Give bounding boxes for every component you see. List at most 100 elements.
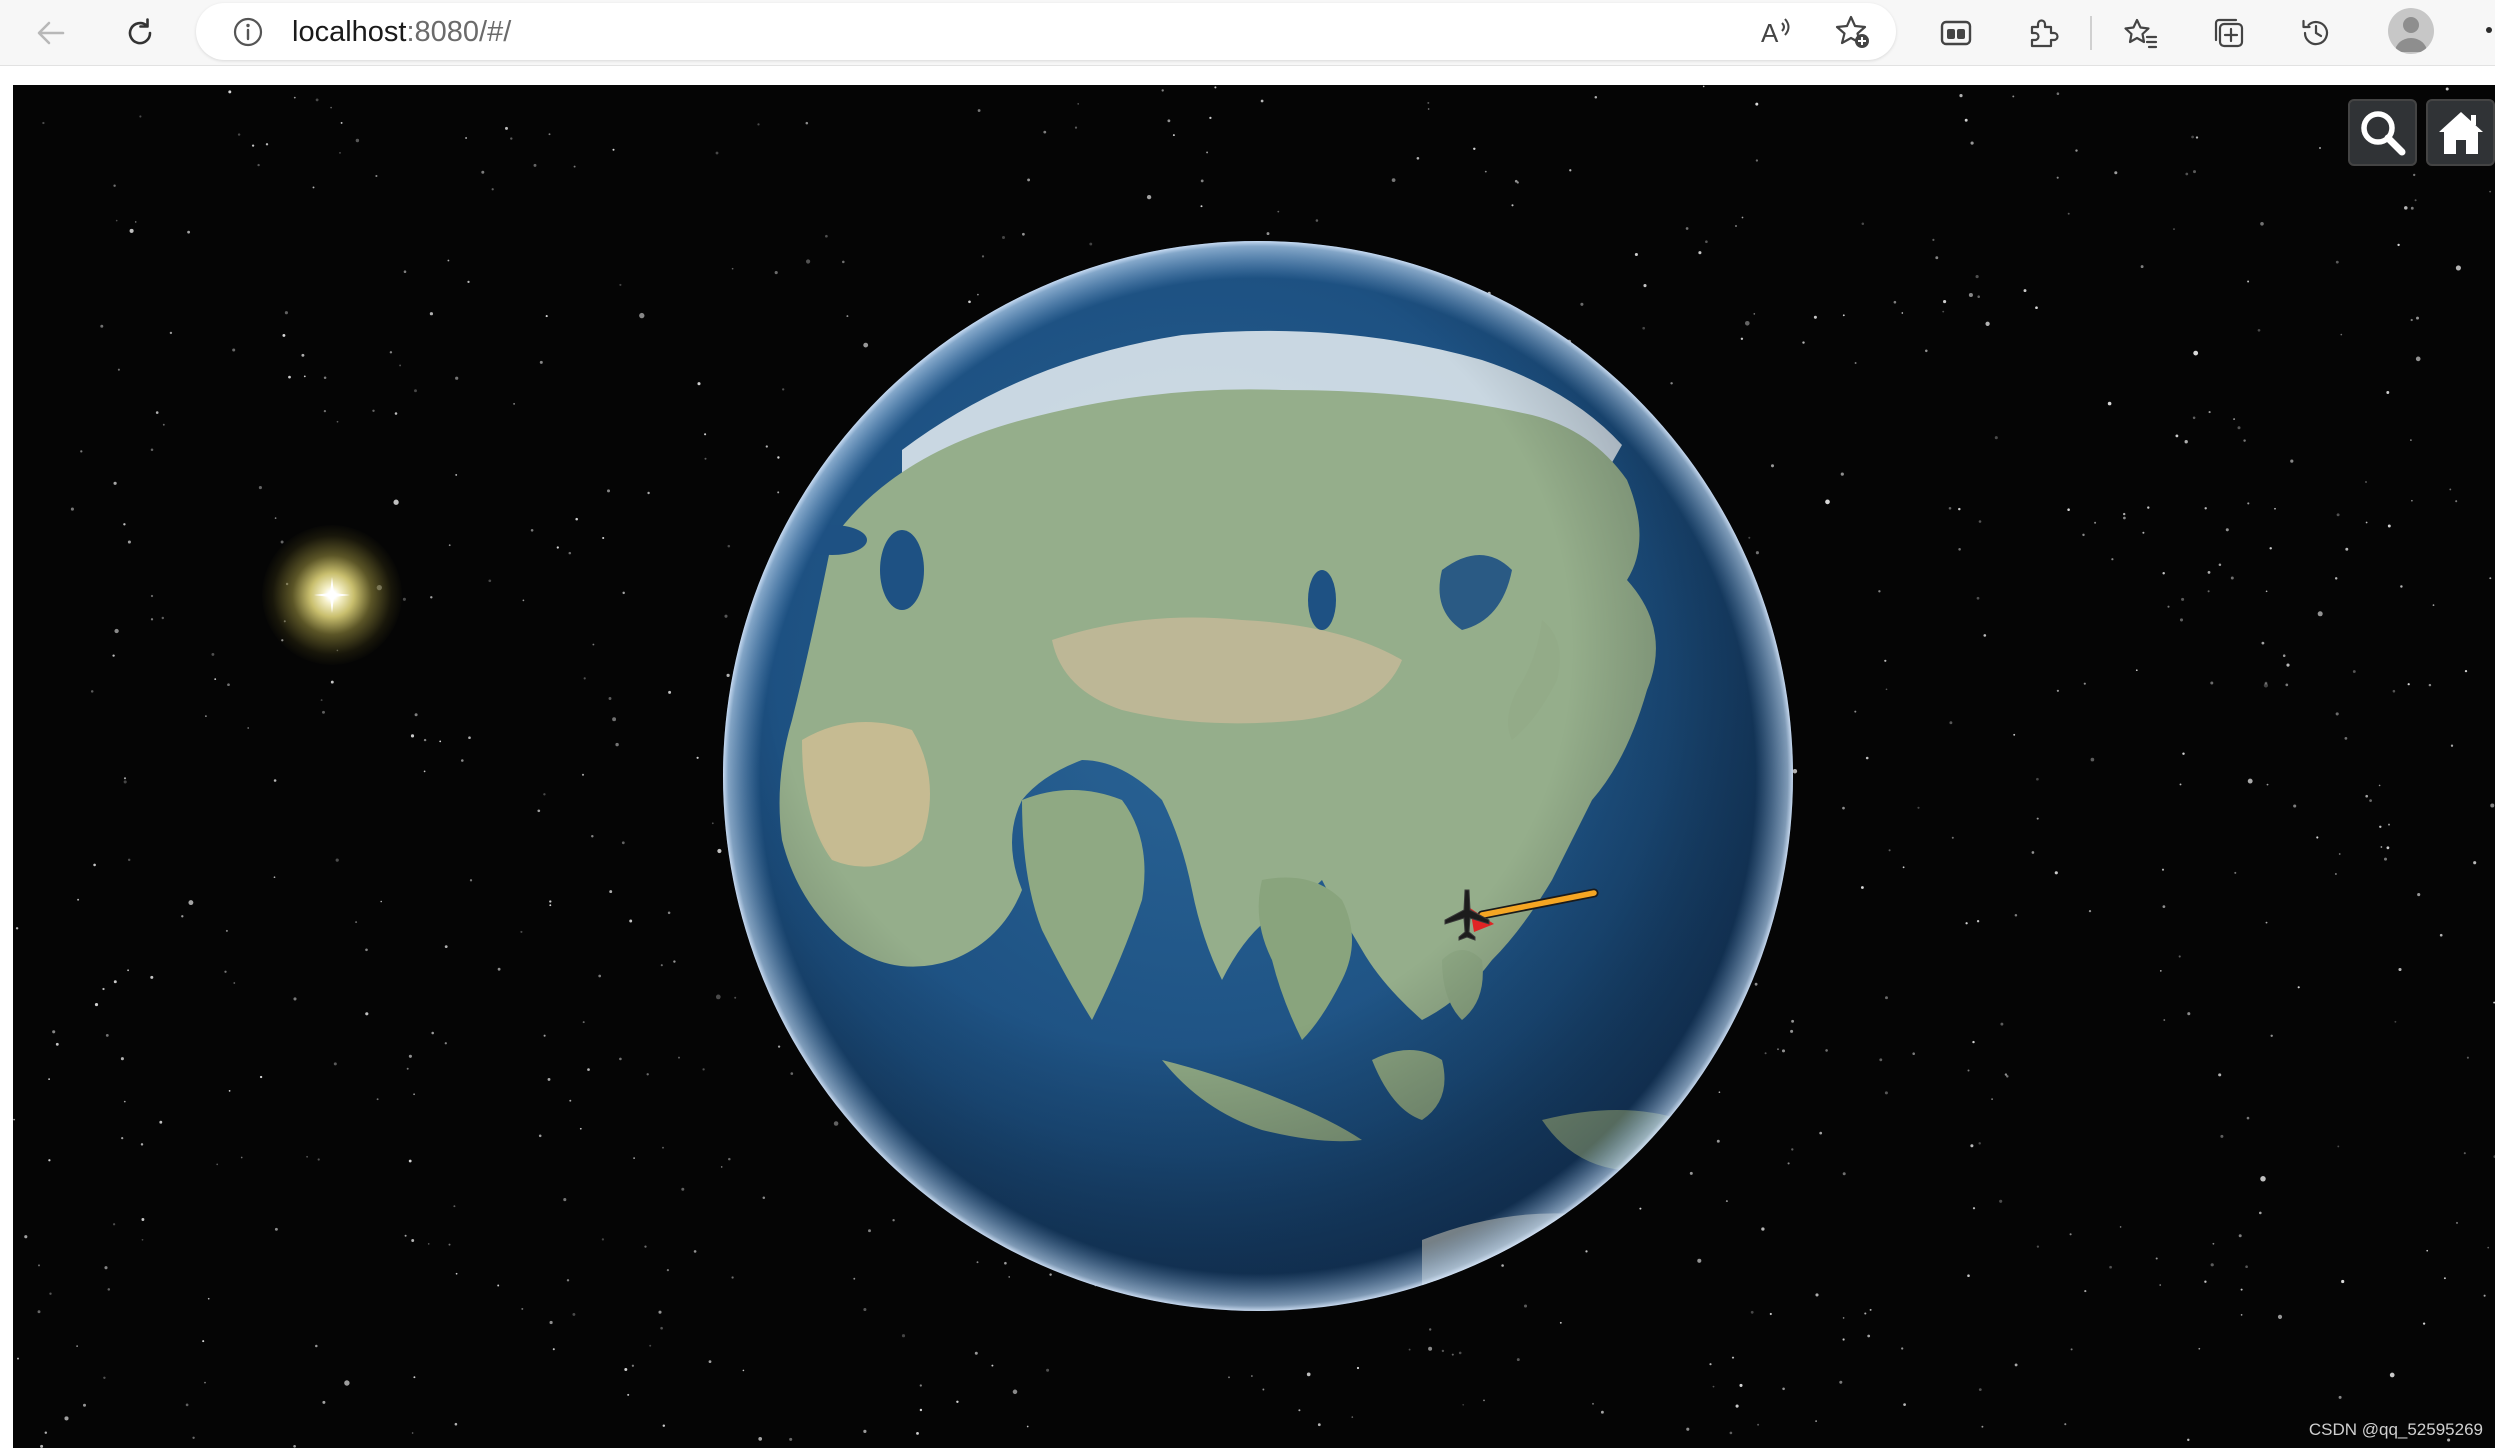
geocoder-search-button[interactable] [2348,99,2417,166]
star [573,165,576,168]
star [789,1437,793,1441]
star [2337,1145,2340,1148]
star [1842,1317,1845,1319]
star [2069,1233,2072,1236]
star [404,1234,407,1237]
profile-avatar[interactable] [2388,8,2434,54]
star [123,1100,126,1103]
star [1735,1404,1739,1408]
star [344,1380,350,1386]
address-bar[interactable]: localhost:8080/#/ A [196,3,1896,60]
star [549,1320,553,1325]
star [1842,314,1845,317]
star [1428,1346,1433,1351]
star [322,1400,326,1404]
back-button[interactable] [26,8,76,58]
url-text[interactable]: localhost:8080/#/ [292,14,511,50]
star [2416,316,2419,320]
star [202,1340,205,1343]
extensions-button[interactable] [2017,8,2067,58]
star [258,486,262,490]
star [660,964,663,967]
star [1864,1312,1867,1315]
star [320,699,323,702]
star [112,1223,116,1226]
star [2414,199,2417,202]
star [649,1344,652,1347]
star [2317,611,2323,617]
star [619,283,622,286]
star [1842,1338,1845,1341]
star [1600,1410,1604,1414]
star [2318,146,2322,150]
star [303,375,306,378]
cesium-viewer[interactable]: CSDN @qq_52595269 [13,85,2495,1448]
star [1729,1431,1733,1435]
star [1972,1207,1976,1210]
star [2411,499,2413,502]
home-button[interactable] [2426,99,2495,166]
star [1888,849,1891,852]
star [127,969,129,972]
star [107,1288,111,1291]
star [644,1245,647,1248]
star [80,450,83,453]
star [52,1030,56,1034]
star [2410,439,2412,441]
star [411,1432,414,1434]
star [413,1093,415,1096]
star [102,987,105,991]
star [141,1238,144,1241]
star [2394,1020,2397,1023]
star [375,174,378,178]
star [410,734,415,738]
star [365,1012,369,1016]
star [2090,757,2095,762]
star [204,1381,206,1384]
star [2192,416,2196,420]
star [293,997,297,1001]
workspaces-button[interactable] [1931,8,1981,58]
star [192,1436,195,1439]
globe[interactable] [722,240,1794,1312]
star [1985,321,1990,326]
star [1970,1144,1974,1148]
history-icon [2302,19,2329,46]
star [1172,134,1175,137]
star [2455,1221,2459,1224]
more-icon[interactable] [2486,27,2492,33]
star [188,900,194,906]
star [497,1284,500,1287]
star-plus-icon[interactable] [1834,13,1872,51]
star [2340,333,2343,336]
star [1391,178,1396,182]
star [1686,1427,1690,1431]
read-aloud-icon[interactable]: A [1758,13,1796,51]
star [372,409,375,413]
star [1959,94,1963,98]
star [1825,499,1830,505]
star [2198,1347,2201,1350]
star [330,680,334,684]
star [2445,87,2449,91]
history-button[interactable] [2291,8,2341,58]
star [2036,817,2039,820]
reload-button[interactable] [115,8,165,58]
collections-button[interactable] [2204,8,2254,58]
star [123,777,127,780]
star [582,1021,585,1024]
star [696,756,699,759]
home-icon [2438,111,2483,154]
star [2167,605,2170,608]
star [1917,806,1920,809]
star [545,315,548,318]
star [414,713,418,717]
star [1429,1328,1432,1331]
favorites-button[interactable] [2116,8,2166,58]
credit-text: CSDN @qq_52595269 [2308,1420,2483,1439]
star [639,312,645,319]
star [1483,1399,1485,1402]
star [2094,521,2097,524]
info-icon[interactable] [230,14,266,50]
star [758,1437,763,1441]
